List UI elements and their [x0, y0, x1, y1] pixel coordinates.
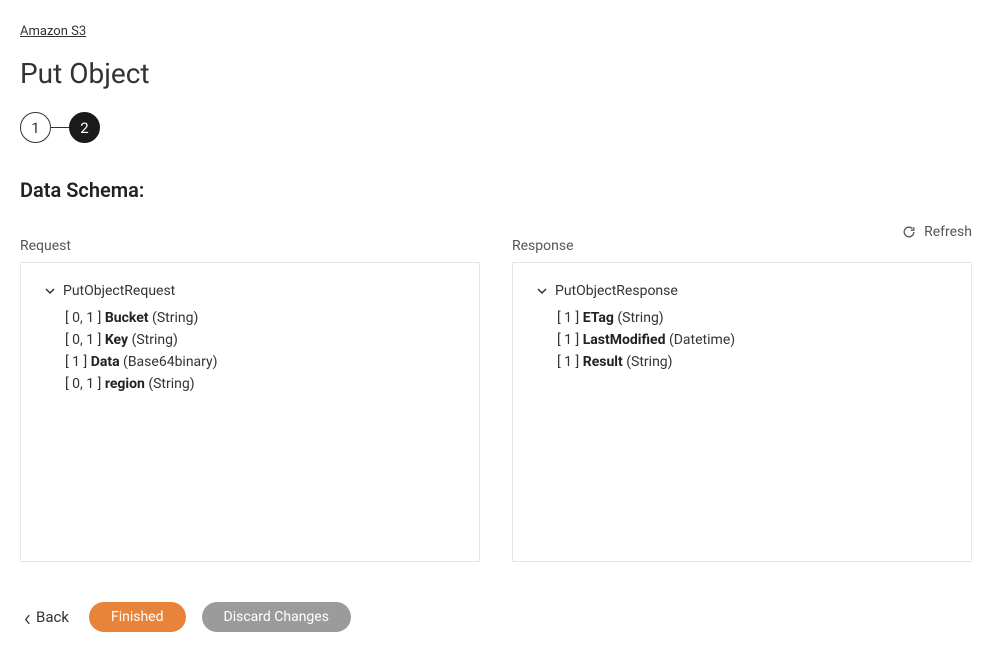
request-root-label: PutObjectRequest — [63, 283, 175, 299]
field-type: (String) — [626, 354, 672, 370]
field-type: (Datetime) — [669, 332, 735, 348]
chevron-left-icon — [24, 611, 32, 623]
request-label: Request — [20, 238, 480, 254]
field-name: region — [105, 376, 145, 392]
field-name: Bucket — [105, 310, 149, 326]
chevron-down-icon — [537, 286, 547, 296]
response-root-node[interactable]: PutObjectResponse — [537, 283, 947, 299]
step-2[interactable]: 2 — [69, 112, 100, 143]
field-cardinality: [ 1 ] — [557, 310, 579, 326]
request-field: [ 0, 1 ] Bucket (String) — [65, 307, 455, 329]
request-schema-panel: PutObjectRequest [ 0, 1 ] Bucket (String… — [20, 262, 480, 562]
refresh-label: Refresh — [924, 224, 972, 240]
page-title: Put Object — [20, 57, 972, 90]
field-cardinality: [ 1 ] — [557, 354, 579, 370]
response-field: [ 1 ] LastModified (Datetime) — [557, 329, 947, 351]
request-field: [ 0, 1 ] region (String) — [65, 373, 455, 395]
response-field: [ 1 ] Result (String) — [557, 351, 947, 373]
section-title: Data Schema: — [20, 178, 972, 202]
step-1[interactable]: 1 — [20, 112, 51, 143]
back-button[interactable]: Back — [20, 602, 73, 632]
response-label: Response — [512, 238, 972, 254]
request-field: [ 0, 1 ] Key (String) — [65, 329, 455, 351]
chevron-down-icon — [45, 286, 55, 296]
field-cardinality: [ 0, 1 ] — [65, 376, 101, 392]
field-name: Key — [105, 332, 128, 348]
field-cardinality: [ 0, 1 ] — [65, 332, 101, 348]
field-type: (String) — [617, 310, 663, 326]
field-name: Result — [583, 354, 623, 370]
response-root-label: PutObjectResponse — [555, 283, 678, 299]
field-type: (Base64binary) — [123, 354, 218, 370]
field-type: (String) — [132, 332, 178, 348]
step-connector — [51, 127, 69, 128]
field-type: (String) — [148, 376, 194, 392]
request-field: [ 1 ] Data (Base64binary) — [65, 351, 455, 373]
stepper: 1 2 — [20, 112, 972, 143]
back-label: Back — [36, 608, 69, 626]
request-column: Request PutObjectRequest [ 0, 1 ] Bucket… — [20, 238, 480, 562]
request-root-node[interactable]: PutObjectRequest — [45, 283, 455, 299]
refresh-button[interactable]: Refresh — [902, 224, 972, 240]
field-type: (String) — [152, 310, 198, 326]
response-schema-panel: PutObjectResponse [ 1 ] ETag (String)[ 1… — [512, 262, 972, 562]
field-name: ETag — [583, 310, 614, 326]
field-name: LastModified — [583, 332, 666, 348]
footer-buttons: Back Finished Discard Changes — [20, 602, 972, 632]
field-cardinality: [ 1 ] — [65, 354, 87, 370]
field-cardinality: [ 0, 1 ] — [65, 310, 101, 326]
finished-button[interactable]: Finished — [89, 602, 186, 632]
refresh-icon — [902, 225, 916, 239]
breadcrumb-link[interactable]: Amazon S3 — [20, 24, 86, 39]
discard-button[interactable]: Discard Changes — [202, 602, 351, 632]
field-cardinality: [ 1 ] — [557, 332, 579, 348]
response-column: Response PutObjectResponse [ 1 ] ETag (S… — [512, 238, 972, 562]
field-name: Data — [91, 354, 120, 370]
response-field: [ 1 ] ETag (String) — [557, 307, 947, 329]
